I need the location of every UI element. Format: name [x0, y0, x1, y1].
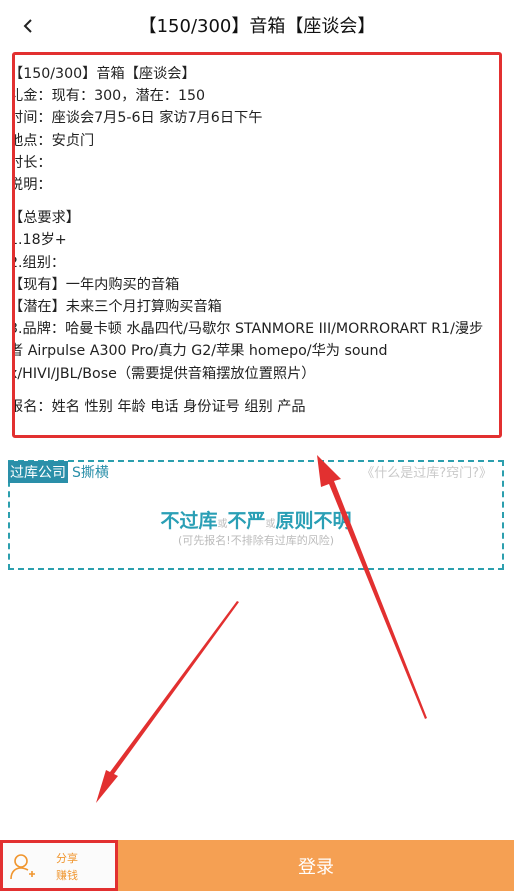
agency-help-link[interactable]: 《什么是过库?窍门?》	[361, 462, 492, 481]
share-label: 分享 赚钱	[49, 850, 85, 884]
detail-time: 时间：座谈会7月5-6日 家访7月6日下午	[12, 110, 263, 127]
detail-description: 说明：	[12, 177, 52, 194]
signup-fields: 报名：姓名 性别 年龄 电话 身份证号 组别 产品	[12, 398, 306, 415]
requirements-heading: 【总要求】	[12, 210, 80, 227]
requirement-current: 【现有】一年内购买的音箱	[12, 276, 180, 293]
agency-note: (可先报名!不排除有过库的风险)	[178, 534, 334, 547]
detail-title: 【150/300】音箱【座谈会】	[12, 66, 196, 82]
status-not-strict: 不严	[227, 510, 266, 532]
agency-status: 不过库或不严或原则不明	[10, 506, 502, 533]
bottom-bar: 分享 赚钱 登录	[0, 840, 514, 891]
agency-tag[interactable]: 过库公司	[8, 461, 68, 483]
status-unclear: 原则不明	[275, 510, 352, 532]
login-button[interactable]: 登录	[118, 840, 514, 891]
detail-reward: 礼金：现有：300，潜在：150	[12, 88, 206, 105]
user-add-icon	[10, 854, 35, 880]
agency-name: S撕横	[72, 465, 109, 481]
requirement-potential: 【潜在】未来三个月打算购买音箱	[12, 299, 222, 316]
status-separator: 或	[265, 519, 276, 530]
top-bar: 【150/300】音箱【座谈会】	[0, 0, 514, 50]
requirement-age: 1.18岁+	[12, 232, 67, 249]
requirement-group: 2.组别：	[12, 254, 66, 271]
annotation-arrow-down	[96, 601, 239, 803]
status-no-check: 不过库	[160, 510, 218, 532]
agency-box: 过库公司 S撕横 《什么是过库?窍门?》 不过库或不严或原则不明 (可先报名!不…	[8, 460, 504, 570]
page-title: 【150/300】音箱【座谈会】	[138, 16, 376, 37]
detail-panel: 【150/300】音箱【座谈会】 礼金：现有：300，潜在：150 时间：座谈会…	[12, 52, 502, 438]
share-earn-button[interactable]: 分享 赚钱	[0, 840, 118, 891]
detail-duration: 时长：	[12, 154, 52, 171]
share-label-line1: 分享	[56, 852, 78, 865]
share-label-line2: 赚钱	[56, 869, 78, 882]
requirement-brands: 3.品牌：哈曼卡顿 水晶四代/马歇尔 STANMORE III/MORRORAR…	[12, 321, 484, 382]
detail-location: 地点：安贞门	[12, 132, 95, 149]
status-separator: 或	[217, 519, 228, 530]
